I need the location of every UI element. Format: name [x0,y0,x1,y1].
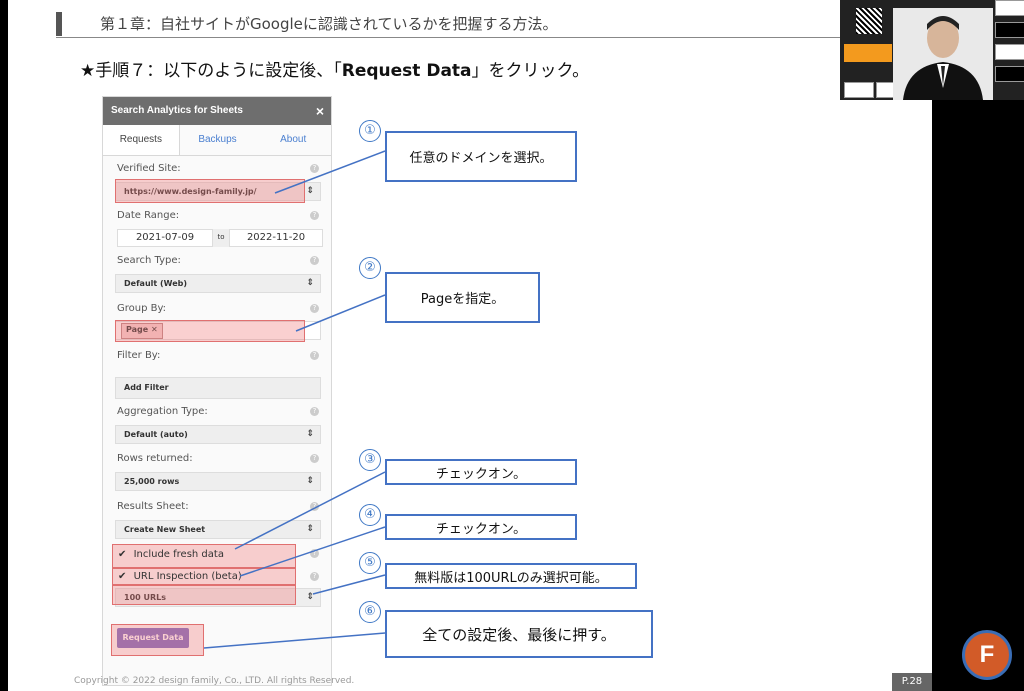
callout-2: Pageを指定。 [385,272,540,323]
logo-tile [995,44,1024,60]
brand-logo: F [962,630,1012,680]
callout-1: 任意のドメインを選択。 [385,131,577,182]
page-number: P.28 [892,673,932,691]
copyright-footer: Copyright © 2022 design family, Co., LTD… [74,676,355,686]
connector-1 [274,150,386,194]
callout-number-4: ④ [359,504,381,526]
connector-5 [312,574,386,595]
logo-tile [995,0,1024,16]
logo-tile [995,66,1024,82]
presenter-video [893,8,993,100]
connector-2 [295,294,386,332]
orange-banner [844,44,892,62]
callout-number-5: ⑤ [359,552,381,574]
logo-tile [844,82,874,98]
callout-6: 全ての設定後、最後に押す。 [385,610,653,658]
callout-number-3: ③ [359,449,381,471]
qr-code-image [856,8,882,34]
logo-tile [995,22,1024,38]
callout-4: チェックオン。 [385,514,577,540]
callout-number-6: ⑥ [359,601,381,623]
callout-number-1: ① [359,120,381,142]
callout-5: 無料版は100URLのみ選択可能。 [385,563,637,589]
connector-6 [203,632,386,649]
callout-3: チェックオン。 [385,459,577,485]
callout-number-2: ② [359,257,381,279]
